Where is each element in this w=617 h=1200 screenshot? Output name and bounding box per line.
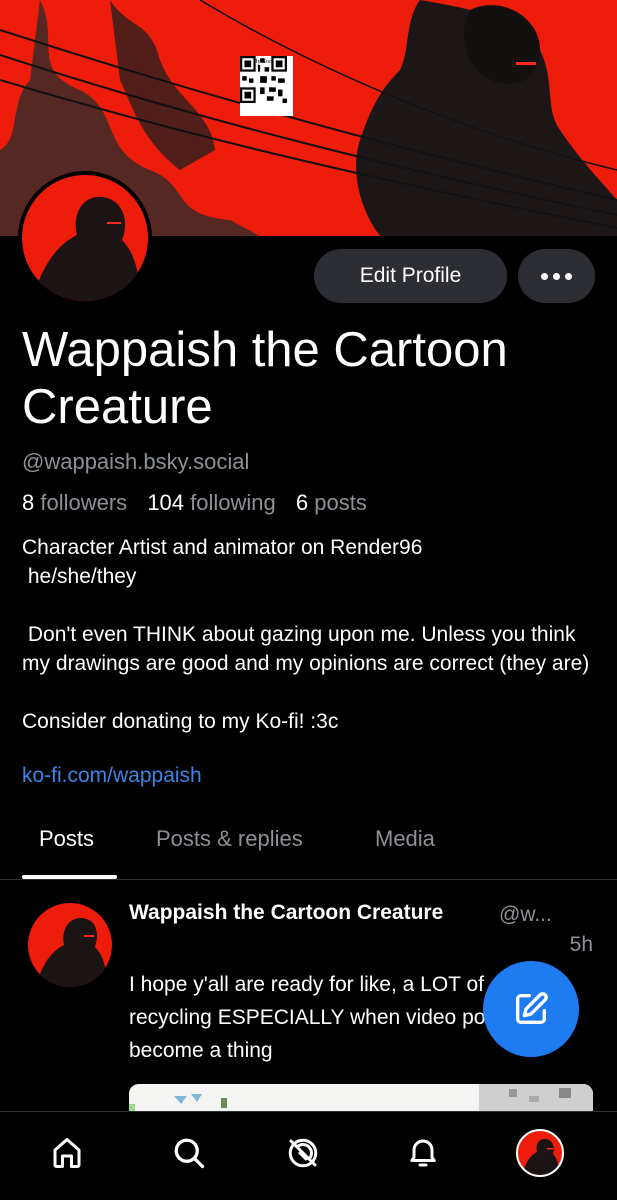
- post-author-name[interactable]: Wappaish the Cartoon Creature: [129, 901, 443, 925]
- search-icon: [174, 1138, 205, 1169]
- posts-label: posts: [314, 490, 367, 515]
- following-stat[interactable]: 104 following: [147, 490, 275, 515]
- followers-stat[interactable]: 8 followers: [22, 490, 127, 515]
- qr-code: My Socials: [240, 56, 293, 116]
- kofi-link[interactable]: ko-fi.com/wappaish: [22, 764, 202, 788]
- post-timestamp: 5h: [569, 933, 593, 956]
- nav-profile-avatar[interactable]: [516, 1129, 564, 1177]
- ellipsis-dot: [565, 272, 572, 280]
- feeds-icon: [288, 1138, 318, 1168]
- post-author-handle[interactable]: @w...: [499, 903, 552, 927]
- bottom-navigation: [0, 1111, 617, 1200]
- notifications-icon: [410, 1139, 436, 1167]
- ellipsis-dot: [553, 272, 560, 280]
- home-icon: [53, 1138, 81, 1168]
- qr-code-icon: [240, 56, 287, 103]
- nav-search[interactable]: [166, 1130, 212, 1176]
- profile-handle: @wappaish.bsky.social: [22, 449, 250, 474]
- display-name: Wappaish the Cartoon Creature: [22, 323, 508, 434]
- nav-notifications[interactable]: [400, 1130, 446, 1176]
- more-options-button[interactable]: [518, 249, 595, 303]
- edit-profile-button[interactable]: Edit Profile: [314, 249, 507, 303]
- tab-posts-and-replies[interactable]: Posts & replies: [156, 826, 303, 852]
- avatar-artwork: [36, 917, 107, 987]
- profile-tabs: Posts Posts & replies Media: [0, 818, 617, 880]
- post-image[interactable]: [129, 1084, 593, 1111]
- avatar-artwork: [522, 1138, 559, 1175]
- compose-icon: [516, 992, 548, 1024]
- profile-stats: 8 followers 104 following 6 posts: [22, 490, 381, 516]
- following-label: following: [190, 490, 276, 515]
- followers-label: followers: [40, 490, 128, 515]
- followers-count: 8: [22, 490, 35, 515]
- posts-stat: 6 posts: [296, 490, 367, 515]
- compose-button[interactable]: [483, 961, 579, 1057]
- following-count: 104: [147, 490, 185, 515]
- posts-count: 6: [295, 490, 309, 515]
- profile-bio: Character Artist and animator on Render9…: [22, 536, 590, 733]
- tab-media[interactable]: Media: [375, 826, 435, 852]
- avatar-artwork: [32, 196, 140, 301]
- profile-avatar[interactable]: [18, 171, 152, 305]
- nav-feeds[interactable]: [280, 1130, 326, 1176]
- post-author-avatar[interactable]: [28, 903, 112, 987]
- tab-posts[interactable]: Posts: [39, 826, 94, 852]
- nav-home[interactable]: [44, 1130, 90, 1176]
- active-tab-indicator: [22, 875, 117, 879]
- post-image-artwork: [129, 1084, 593, 1111]
- ellipsis-icon: [541, 272, 548, 280]
